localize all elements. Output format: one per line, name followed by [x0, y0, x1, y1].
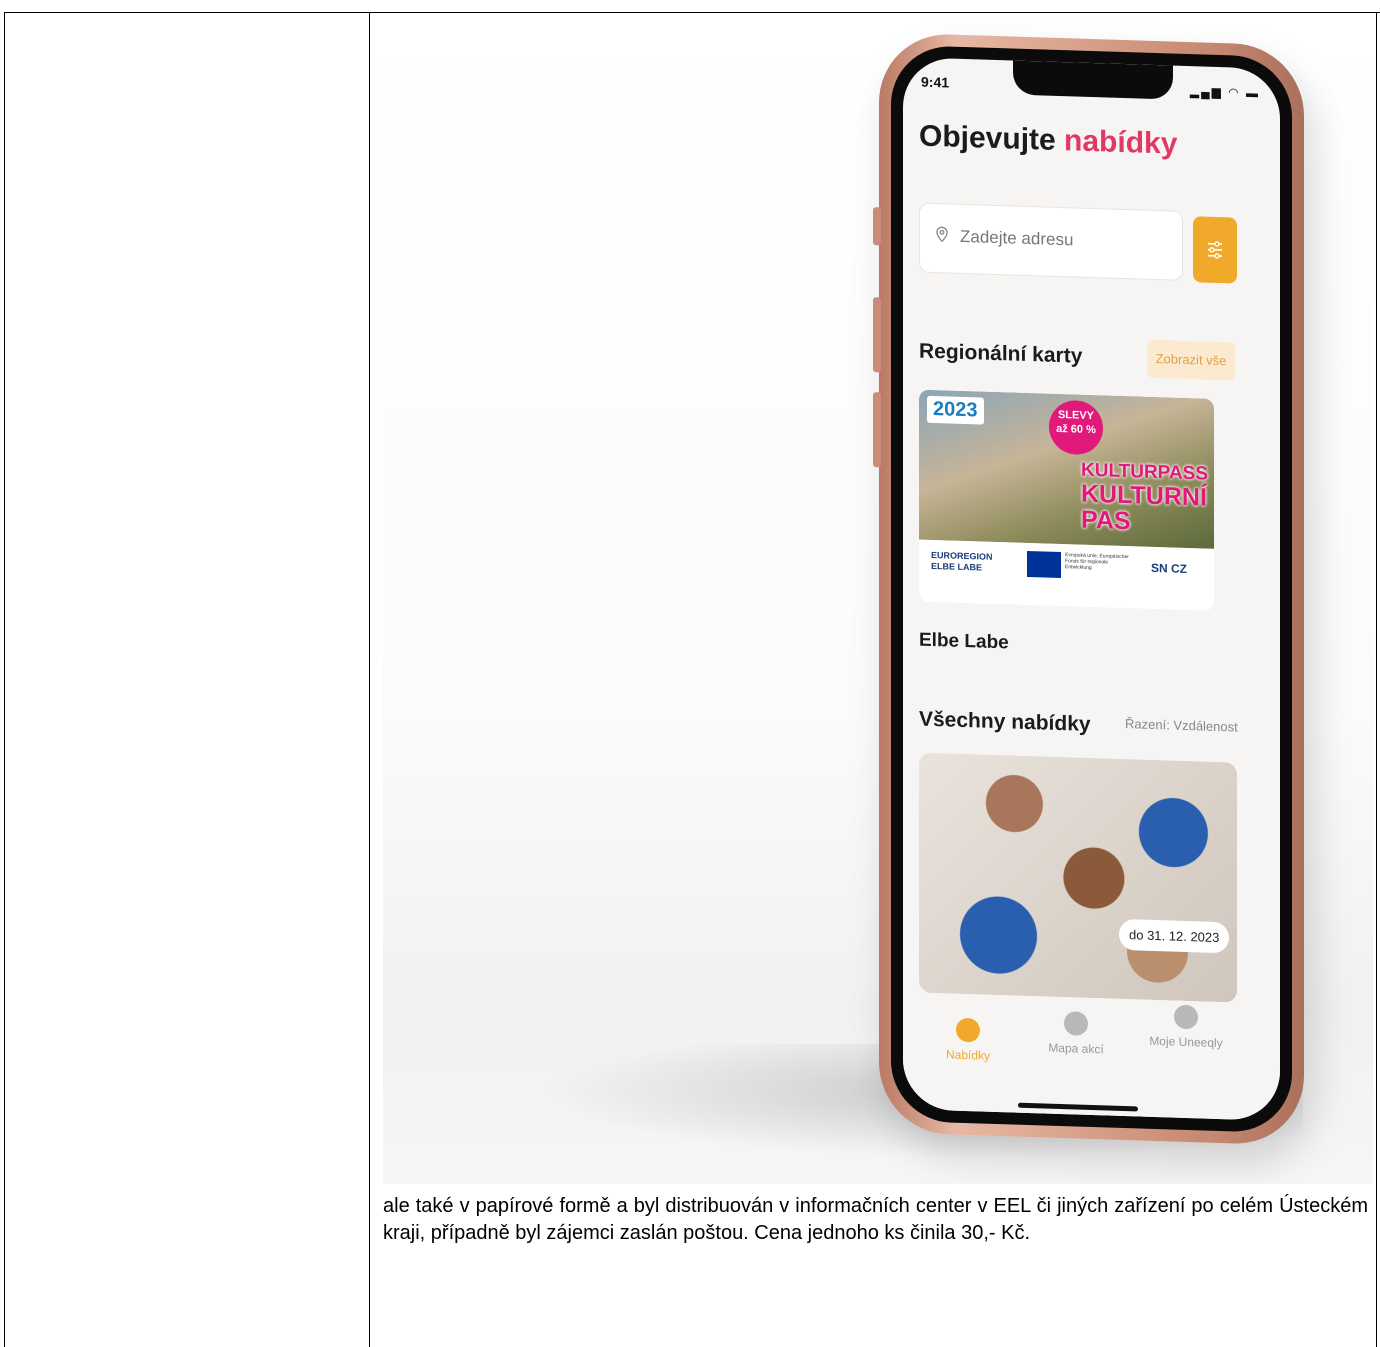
- tab-nabidky[interactable]: Nabídky: [923, 1017, 1013, 1064]
- phone-screen: 9:41 ▂▄▆ ◠ ▬ Objevujte nabídky Zadejte a…: [903, 57, 1280, 1121]
- tab-label: Moje Uneeqly: [1149, 1033, 1223, 1051]
- search-placeholder: Zadejte adresu: [960, 226, 1074, 250]
- filter-button[interactable]: [1193, 216, 1237, 284]
- table-top-border: [4, 12, 1380, 13]
- wifi-icon: ◠: [1228, 85, 1241, 100]
- tab-label: Mapa akcí: [1048, 1040, 1104, 1057]
- banner-headline: KULTURPASS KULTURNÍ PAS: [1081, 460, 1208, 537]
- table-column-divider: [369, 12, 370, 1347]
- phone-mockup: 9:41 ▂▄▆ ◠ ▬ Objevujte nabídky Zadejte a…: [873, 32, 1304, 1146]
- title-accent-text: nabídky: [1064, 124, 1178, 161]
- discount-label: SLEVY: [1057, 408, 1095, 423]
- banner-pas: PAS: [1081, 505, 1131, 536]
- tab-mapa-akci[interactable]: Mapa akcí: [1031, 1010, 1121, 1057]
- battery-icon: ▬: [1246, 85, 1260, 101]
- discount-badge: SLEVY až 60 %: [1049, 399, 1103, 456]
- filter-sliders-icon: [1208, 241, 1222, 259]
- offer-card-image[interactable]: do 31. 12. 2023: [919, 752, 1237, 1003]
- bottom-tab-bar: Nabídky Mapa akcí Moje Uneeqly: [903, 992, 1280, 1121]
- phone-notch: [1013, 60, 1173, 100]
- euroregion-text-2: ELBE LABE: [931, 560, 983, 573]
- eu-fund-text: Evropská unie, Europäischer Fonds für re…: [1065, 552, 1129, 572]
- table-right-border: [1376, 12, 1377, 1347]
- navigation-arrow-icon: [1064, 1011, 1088, 1036]
- document-paragraph: ale také v papírové formě a byl distribu…: [383, 1195, 1368, 1244]
- tab-moje-uneeqly[interactable]: Moje Uneeqly: [1141, 1004, 1231, 1051]
- banner-photo: 2023 SLEVY až 60 % KULTURPASS KULTURNÍ P…: [919, 389, 1214, 549]
- signal-icon: ▂▄▆: [1189, 84, 1223, 100]
- phone-bezel: 9:41 ▂▄▆ ◠ ▬ Objevujte nabídky Zadejte a…: [891, 44, 1292, 1134]
- table-left-border: [4, 12, 5, 1347]
- title-text: Objevujte: [919, 119, 1056, 157]
- card-name: Elbe Labe: [919, 629, 1009, 654]
- banner-year: 2023: [927, 395, 984, 425]
- mute-switch: [873, 207, 881, 246]
- tab-label: Nabídky: [945, 1047, 991, 1063]
- status-icons: ▂▄▆ ◠ ▬: [1190, 84, 1260, 100]
- volume-down-button: [873, 392, 881, 468]
- offer-deadline-badge: do 31. 12. 2023: [1119, 918, 1230, 954]
- location-pin-icon: [936, 226, 948, 243]
- status-time: 9:41: [921, 73, 950, 91]
- user-icon: [1174, 1004, 1198, 1030]
- eu-flag-icon: [1027, 550, 1061, 579]
- euroregion-logo: EUROREGION ELBE LABE: [931, 550, 993, 574]
- app-title: Objevujte nabídky: [919, 120, 1177, 162]
- discount-value: až 60 %: [1056, 422, 1096, 436]
- volume-up-button: [873, 297, 881, 373]
- address-search-input[interactable]: Zadejte adresu: [919, 202, 1183, 281]
- section-title-regional: Regionální karty: [919, 339, 1083, 368]
- home-indicator: [1018, 1102, 1138, 1112]
- regional-card-banner[interactable]: 2023 SLEVY až 60 % KULTURPASS KULTURNÍ P…: [919, 389, 1214, 611]
- sort-selector[interactable]: Řazení: Vzdálenost: [1125, 716, 1238, 735]
- section-title-all-offers: Všechny nabídky: [919, 707, 1091, 736]
- show-all-button[interactable]: Zobrazit vše: [1147, 339, 1235, 381]
- phone-photo: 9:41 ▂▄▆ ◠ ▬ Objevujte nabídky Zadejte a…: [383, 14, 1373, 1184]
- banner-logos: EUROREGION ELBE LABE Evropská unie, Euro…: [919, 539, 1214, 611]
- list-icon: [956, 1017, 980, 1043]
- sn-cz-logo: SN CZ: [1151, 560, 1187, 577]
